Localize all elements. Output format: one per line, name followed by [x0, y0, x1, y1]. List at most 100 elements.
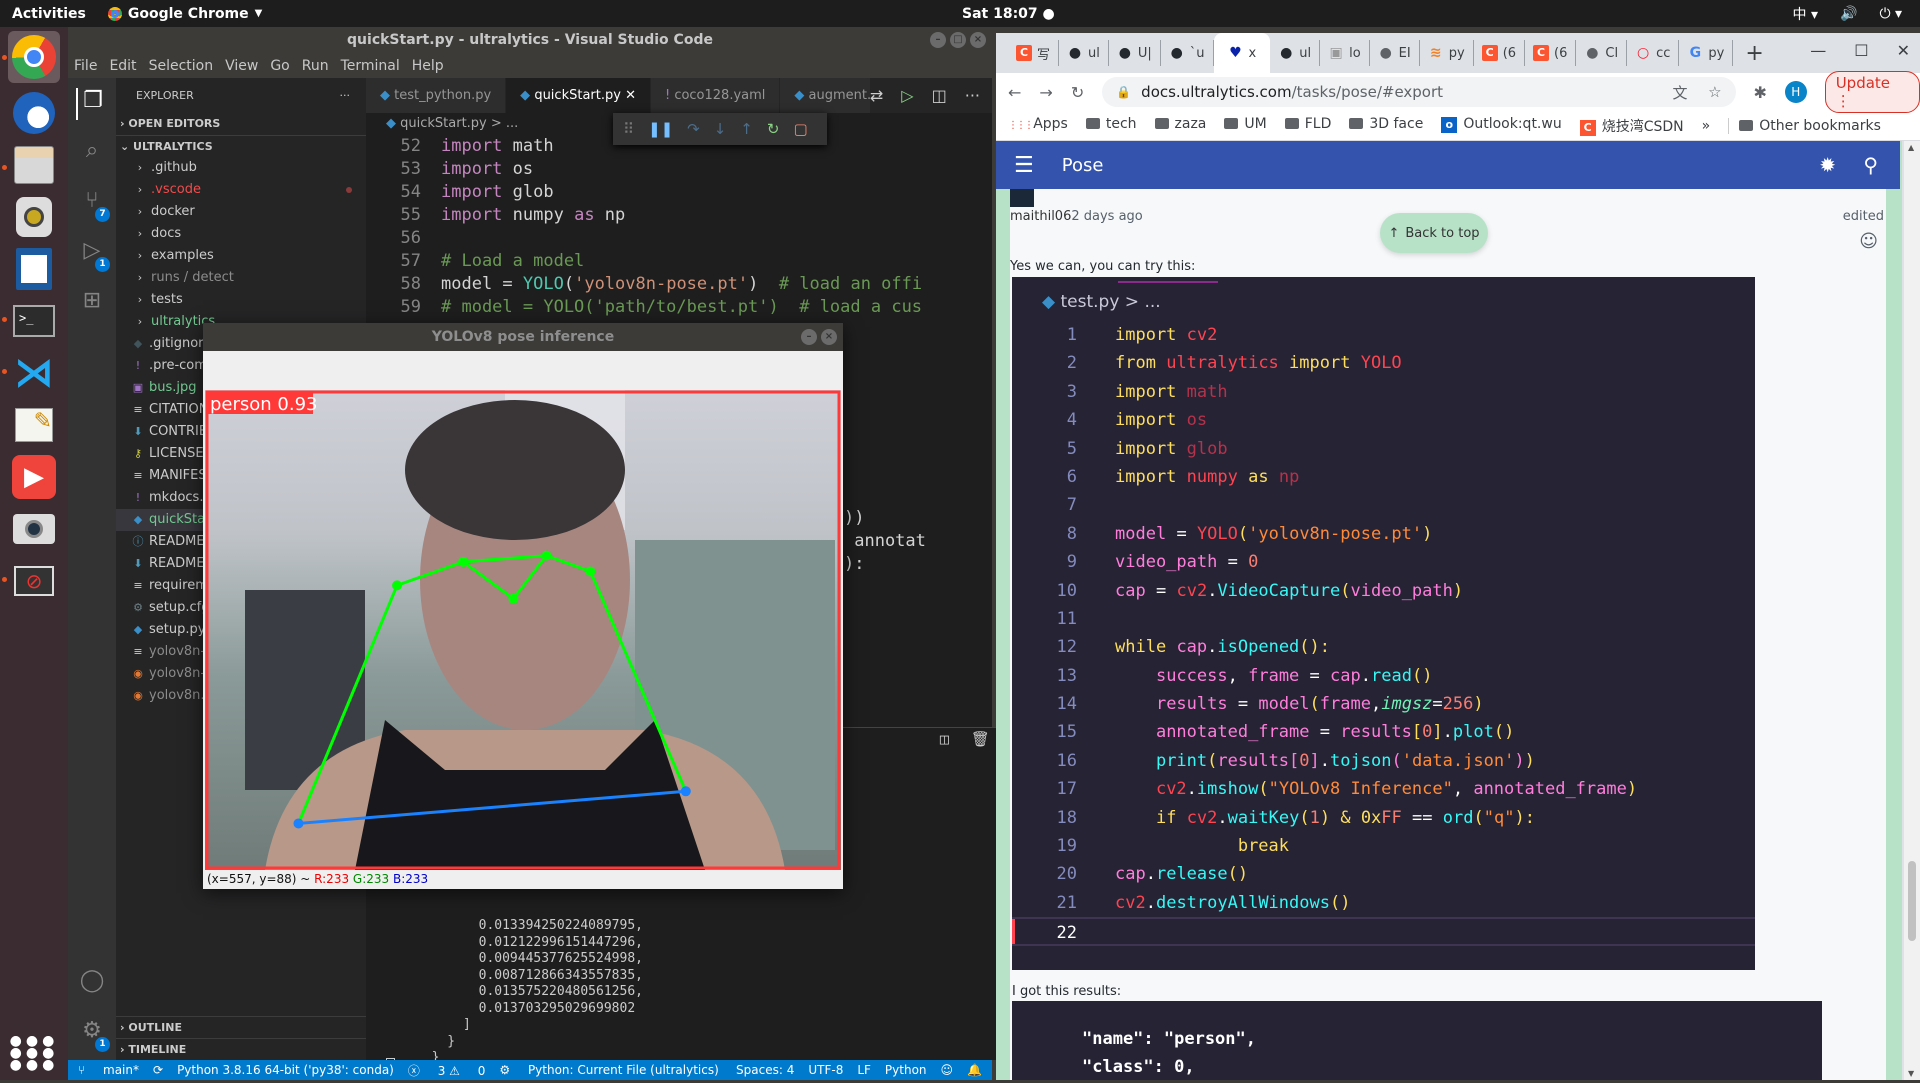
- forward-button[interactable]: →: [1039, 83, 1052, 102]
- dock-files[interactable]: [8, 139, 60, 191]
- dock-anydesk[interactable]: ▶: [8, 451, 60, 503]
- run-debug-icon[interactable]: ▷ 1: [76, 238, 110, 272]
- bookmark-apps[interactable]: ⋮⋮⋮ Apps: [1008, 116, 1068, 136]
- python-interpreter[interactable]: Python 3.8.16 64-bit ('py38': conda): [177, 1063, 394, 1077]
- tree-item[interactable]: › tests: [116, 289, 366, 311]
- explorer-icon[interactable]: ❐: [76, 88, 108, 120]
- minimize-button[interactable]: —: [1810, 41, 1826, 60]
- menu-view[interactable]: View: [225, 58, 258, 74]
- minimize-button[interactable]: –: [801, 329, 817, 345]
- bookmark-star-icon[interactable]: ☆: [1708, 83, 1721, 101]
- close-button[interactable]: ×: [970, 32, 986, 48]
- dock-terminal[interactable]: >_: [8, 295, 60, 347]
- browser-tab[interactable]: C (6: [1474, 40, 1526, 66]
- app-menu[interactable]: Google Chrome ▼: [107, 6, 262, 22]
- editor-tab[interactable]: ◆ quickStart.py ✕: [506, 78, 651, 113]
- dock-cheese[interactable]: [8, 503, 60, 555]
- browser-tab[interactable]: ● Cl: [1576, 40, 1628, 66]
- extensions-icon[interactable]: ✱: [1754, 83, 1767, 102]
- browser-tab[interactable]: ● U|: [1109, 40, 1161, 66]
- more-actions-icon[interactable]: ···: [340, 78, 351, 113]
- split-editor-icon[interactable]: ◫: [932, 86, 947, 105]
- menu-go[interactable]: Go: [270, 58, 289, 74]
- avatar[interactable]: [1010, 189, 1034, 207]
- minimize-button[interactable]: –: [930, 32, 946, 48]
- reload-button[interactable]: ↻: [1071, 83, 1084, 102]
- theme-toggle-icon[interactable]: ✹: [1819, 153, 1836, 177]
- dock-text-editor[interactable]: ✎: [8, 399, 60, 451]
- opencv-titlebar[interactable]: YOLOv8 pose inference – ×: [203, 323, 843, 351]
- bookmark-outlook-qt-wu[interactable]: o Outlook:qt.wu: [1441, 116, 1562, 136]
- browser-tab[interactable]: ≋ py: [1420, 40, 1474, 66]
- activities-button[interactable]: Activities: [12, 6, 86, 22]
- language-mode[interactable]: Python: [885, 1063, 927, 1077]
- branch-indicator[interactable]: ⑂ main*: [78, 1063, 139, 1077]
- dock-thunderbird[interactable]: [8, 87, 60, 139]
- close-tab-icon[interactable]: ✕: [621, 88, 636, 103]
- browser-tab[interactable]: ● EI: [1370, 40, 1420, 66]
- browser-tab[interactable]: ● `u: [1161, 40, 1214, 66]
- timeline-section[interactable]: › TIMELINE: [116, 1038, 366, 1060]
- translate-icon[interactable]: 文: [1673, 82, 1688, 103]
- notifications-icon[interactable]: 🔔: [967, 1063, 982, 1077]
- more-bookmarks-button[interactable]: »: [1702, 118, 1711, 134]
- dock-vscode[interactable]: ⋊: [8, 347, 60, 399]
- browser-tab[interactable]: ○ cc: [1627, 40, 1680, 66]
- sync-icon[interactable]: ⟳: [153, 1063, 163, 1077]
- feedback-icon[interactable]: ☺: [941, 1063, 954, 1077]
- source-control-icon[interactable]: ⑂ 7: [76, 188, 110, 222]
- dock-restricted-app[interactable]: ⊘: [8, 555, 60, 607]
- page-scrollbar[interactable]: ▲ ▼: [1904, 141, 1920, 1080]
- new-tab-button[interactable]: +: [1745, 41, 1763, 66]
- maximize-button[interactable]: ☐: [1854, 41, 1868, 60]
- reaction-icon[interactable]: ☺: [1859, 231, 1878, 252]
- maximize-button[interactable]: □: [950, 32, 966, 48]
- dock-writer[interactable]: [8, 243, 60, 295]
- editor-more-icon[interactable]: ···: [965, 86, 980, 105]
- account-icon[interactable]: ◯: [76, 968, 108, 1000]
- browser-tab[interactable]: C (6: [1525, 40, 1577, 66]
- dock-chrome[interactable]: [8, 31, 60, 83]
- debug-config[interactable]: ⚙ Python: Current File (ultralytics): [499, 1063, 718, 1077]
- end-of-line[interactable]: LF: [857, 1063, 871, 1077]
- inference-frame[interactable]: person 0.93: [205, 390, 841, 870]
- indentation[interactable]: Spaces: 4: [736, 1063, 794, 1077]
- other-bookmarks[interactable]: Other bookmarks: [1728, 117, 1881, 134]
- bookmark----csdn[interactable]: C 烧技湾CSDN: [1579, 116, 1684, 136]
- settings-gear-icon[interactable]: ⚙ 1: [76, 1018, 110, 1052]
- profile-avatar[interactable]: H: [1784, 81, 1807, 103]
- close-button[interactable]: ✕: [1897, 41, 1910, 60]
- tree-item[interactable]: › .vscode: [116, 179, 366, 201]
- tree-item[interactable]: › docs: [116, 223, 366, 245]
- extensions-icon[interactable]: ⊞: [76, 288, 108, 320]
- kill-terminal-icon[interactable]: 🗑: [971, 730, 990, 748]
- problems-indicator[interactable]: ⓧ 3 ⚠ 0: [408, 1062, 486, 1079]
- breadcrumb[interactable]: ◆ quickStart.py > ...: [366, 113, 518, 135]
- editor-tab[interactable]: ◆ test_python.py: [366, 78, 507, 113]
- workspace-root[interactable]: ⌄ ULTRALYTICS: [116, 135, 366, 157]
- browser-tab[interactable]: ● ul: [1270, 40, 1321, 66]
- compare-changes-icon[interactable]: ⇄: [870, 86, 883, 105]
- tree-item[interactable]: › docker: [116, 201, 366, 223]
- edited-label[interactable]: edited: [1843, 209, 1884, 224]
- clock[interactable]: Sat 18:07 ●: [962, 6, 1055, 22]
- power-icon[interactable]: ⏻ ▾: [1879, 6, 1902, 22]
- bookmark-3d-face[interactable]: 3D face: [1349, 116, 1423, 136]
- editor-tab[interactable]: ! coco128.yaml: [650, 78, 781, 113]
- dock-rhythmbox[interactable]: [8, 191, 60, 243]
- run-icon[interactable]: ▷: [901, 86, 913, 105]
- outline-section[interactable]: › OUTLINE: [116, 1016, 366, 1038]
- bookmark-um[interactable]: UM: [1224, 116, 1267, 136]
- show-applications-button[interactable]: ●●● ●●● ●●●: [8, 1027, 60, 1079]
- browser-tab[interactable]: ♥ x: [1213, 33, 1271, 73]
- tree-item[interactable]: › examples: [116, 245, 366, 267]
- volume-icon[interactable]: 🔊: [1840, 6, 1857, 22]
- tree-item[interactable]: › runs / detect: [116, 267, 366, 289]
- comment-author[interactable]: maithil06: [1010, 209, 1071, 224]
- open-editors-section[interactable]: › OPEN EDITORS: [116, 113, 366, 135]
- browser-tab[interactable]: Gpy: [1679, 40, 1734, 66]
- menu-selection[interactable]: Selection: [149, 58, 214, 74]
- menu-run[interactable]: Run: [302, 58, 329, 74]
- address-bar[interactable]: 🔒 docs.ultralytics.com/tasks/pose/#expor…: [1102, 77, 1736, 107]
- search-icon[interactable]: ⌕: [76, 138, 108, 170]
